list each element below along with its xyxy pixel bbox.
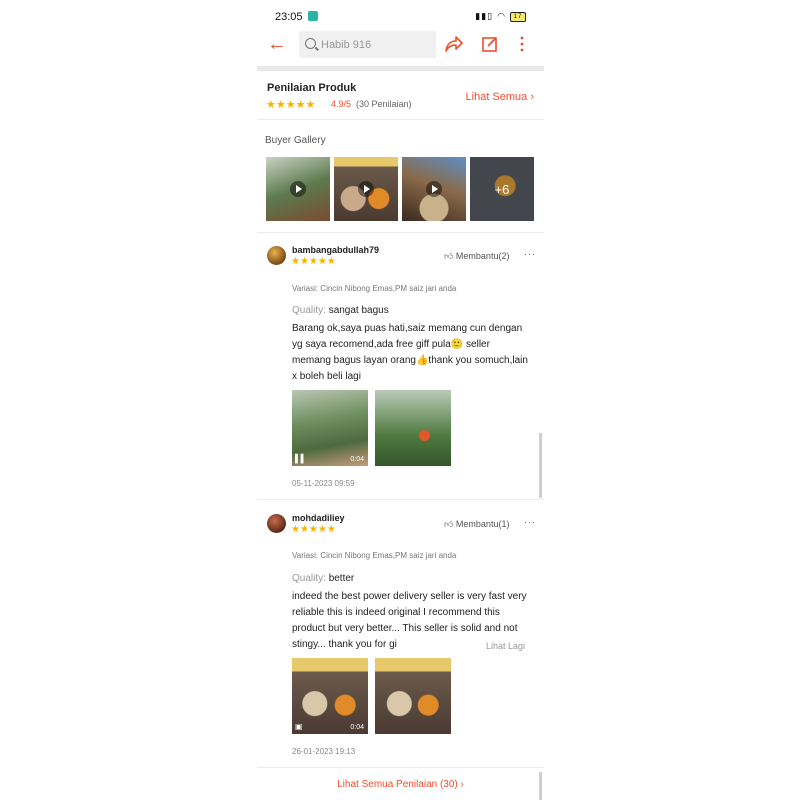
gallery-video-thumb[interactable] (334, 157, 398, 221)
search-icon (305, 38, 316, 49)
thumbs-up-icon: 👍︎ (444, 251, 454, 261)
helpful-button[interactable]: 👍︎ Membantu(1) (444, 519, 509, 530)
video-duration: 0:04 (350, 724, 364, 731)
divider (257, 767, 544, 768)
notification-app-icon (308, 11, 318, 21)
more-horizontal-icon[interactable]: ··· (524, 249, 536, 259)
status-indicators: ▮▮▯ ◠ 17 (475, 11, 526, 22)
thumbs-up-icon: 👍︎ (444, 519, 454, 529)
scrollbar[interactable] (539, 772, 542, 800)
review-stars: ★★★★★ (291, 256, 336, 267)
review-variant: Variasi: Cincin Nibong Emas,PM saiz jari… (292, 284, 457, 293)
section-divider (257, 66, 544, 71)
rating-score: 4.9/5 (331, 99, 352, 109)
battery-icon: 17 (510, 11, 526, 22)
more-horizontal-icon[interactable]: ··· (524, 517, 536, 527)
gallery-title: Buyer Gallery (265, 135, 326, 146)
share-icon[interactable] (444, 35, 464, 57)
divider (257, 499, 544, 500)
phone-screen: 23:05 ▮▮▯ ◠ 17 ← Habib 916 Penilaian Pro… (257, 0, 544, 800)
avatar[interactable] (267, 246, 286, 265)
play-icon (290, 181, 306, 197)
helpful-count: Membantu(2) (455, 251, 510, 261)
helpful-count: Membantu(1) (455, 519, 510, 529)
see-all-ratings-link[interactable]: Lihat Semua › (466, 91, 534, 103)
scrollbar[interactable] (539, 433, 542, 498)
review-variant: Variasi: Cincin Nibong Emas,PM saiz jari… (292, 551, 457, 560)
status-bar: 23:05 ▮▮▯ ◠ 17 (257, 0, 544, 30)
review-username: mohdadiliey (292, 513, 345, 523)
review-date: 05-11-2023 09:59 (292, 479, 355, 488)
signal-icon: ▮▮▯ (475, 11, 494, 21)
rating-count: (30 Penilaian) (356, 99, 412, 109)
see-more-link[interactable]: Lihat Lagi (471, 639, 544, 653)
top-navigation-bar: ← Habib 916 (257, 30, 544, 62)
quality-label: Quality: (292, 305, 326, 316)
video-duration: 0:04 (350, 456, 364, 463)
rating-summary[interactable]: Penilaian Produk ★★★★★ 4.9/5 (30 Penilai… (257, 78, 544, 118)
play-icon (426, 181, 442, 197)
review-stars: ★★★★★ (291, 524, 336, 535)
review-quality: Quality: better (292, 573, 354, 584)
gallery-more-thumb[interactable]: +6 (470, 157, 534, 221)
review-video-thumb[interactable]: ▣ 0:04 (292, 658, 368, 734)
divider (257, 232, 544, 233)
review-username: bambangabdullah79 (292, 245, 380, 255)
helpful-button[interactable]: 👍︎ Membantu(2) (444, 251, 509, 262)
quality-value: sangat bagus (328, 305, 389, 316)
rating-stars: ★★★★★ (266, 99, 316, 111)
rating-title: Penilaian Produk (267, 82, 357, 94)
search-placeholder: Habib 916 (321, 39, 372, 51)
edit-icon[interactable] (481, 35, 499, 57)
video-icon: ▌▌ (295, 454, 307, 463)
review-quality: Quality: sangat bagus (292, 305, 389, 316)
review-image-thumb[interactable] (375, 390, 451, 466)
review-date: 26-01-2023 19:13 (292, 747, 356, 756)
quality-value: better (328, 573, 355, 584)
gallery-more-count: +6 (470, 157, 534, 221)
search-input[interactable]: Habib 916 (299, 31, 436, 58)
more-vertical-icon[interactable] (518, 35, 526, 57)
divider (257, 119, 544, 120)
play-icon (358, 181, 374, 197)
review-text: Barang ok,saya puas hati,saiz memang cun… (292, 323, 528, 382)
see-all-reviews-link[interactable]: Lihat Semua Penilaian (30) › (257, 779, 544, 790)
wifi-icon: ◠ (497, 11, 506, 21)
avatar[interactable] (267, 514, 286, 533)
quality-label: Quality: (292, 573, 326, 584)
gallery-video-thumb[interactable] (402, 157, 466, 221)
back-arrow-icon[interactable]: ← (267, 34, 287, 54)
gallery-video-thumb[interactable] (266, 157, 330, 221)
video-icon: ▣ (295, 722, 303, 731)
review-image-thumb[interactable] (375, 658, 451, 734)
status-time: 23:05 (275, 11, 303, 23)
review-video-thumb[interactable]: ▌▌ 0:04 (292, 390, 368, 466)
